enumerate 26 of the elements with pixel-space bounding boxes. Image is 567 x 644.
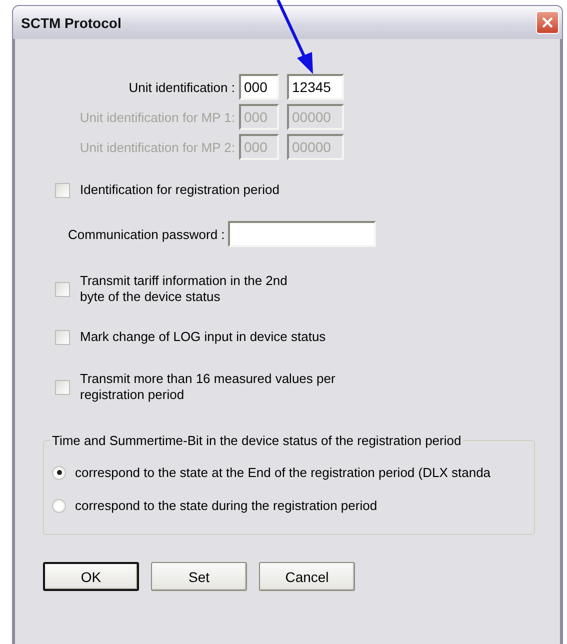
radio-button[interactable] xyxy=(52,466,66,480)
input-field[interactable]: 12345 xyxy=(287,74,344,100)
checkbox-label: Identification for registration period xyxy=(80,182,280,198)
checkbox[interactable] xyxy=(55,282,70,296)
checkbox[interactable] xyxy=(55,330,70,344)
checkbox-label: Transmit tariff information in the 2nd byte of the device status xyxy=(80,273,288,305)
field-label: Unit identification for MP 1: xyxy=(78,110,236,124)
checkbox-label: Mark change of LOG input in device status xyxy=(80,329,326,345)
checkbox[interactable] xyxy=(55,380,70,394)
field-label: Unit identification for MP 2: xyxy=(78,140,236,154)
dialog-button[interactable]: Set xyxy=(151,562,247,591)
checkbox[interactable] xyxy=(55,182,70,198)
window-title: SCTM Protocol xyxy=(21,14,122,30)
password-field[interactable] xyxy=(228,221,376,247)
radio-button[interactable] xyxy=(52,498,66,512)
input-field[interactable]: 000 xyxy=(239,74,279,100)
dialog-button[interactable]: Cancel xyxy=(259,562,355,591)
group-title: Time and Summertime-Bit in the device status of the registration period xyxy=(51,433,462,448)
checkbox-label: Transmit more than 16 measured values per registration period xyxy=(80,371,336,403)
close-button[interactable] xyxy=(536,11,559,34)
close-icon xyxy=(541,16,554,29)
field-label: Unit identification : xyxy=(128,80,236,94)
radio-label: correspond to the state at the End of the registration period (DLX standa xyxy=(75,465,492,480)
radio-label: correspond to the state during the registration period xyxy=(75,498,378,513)
field-label: Communication password : xyxy=(68,226,225,242)
dialog-button[interactable]: OK xyxy=(43,562,139,591)
